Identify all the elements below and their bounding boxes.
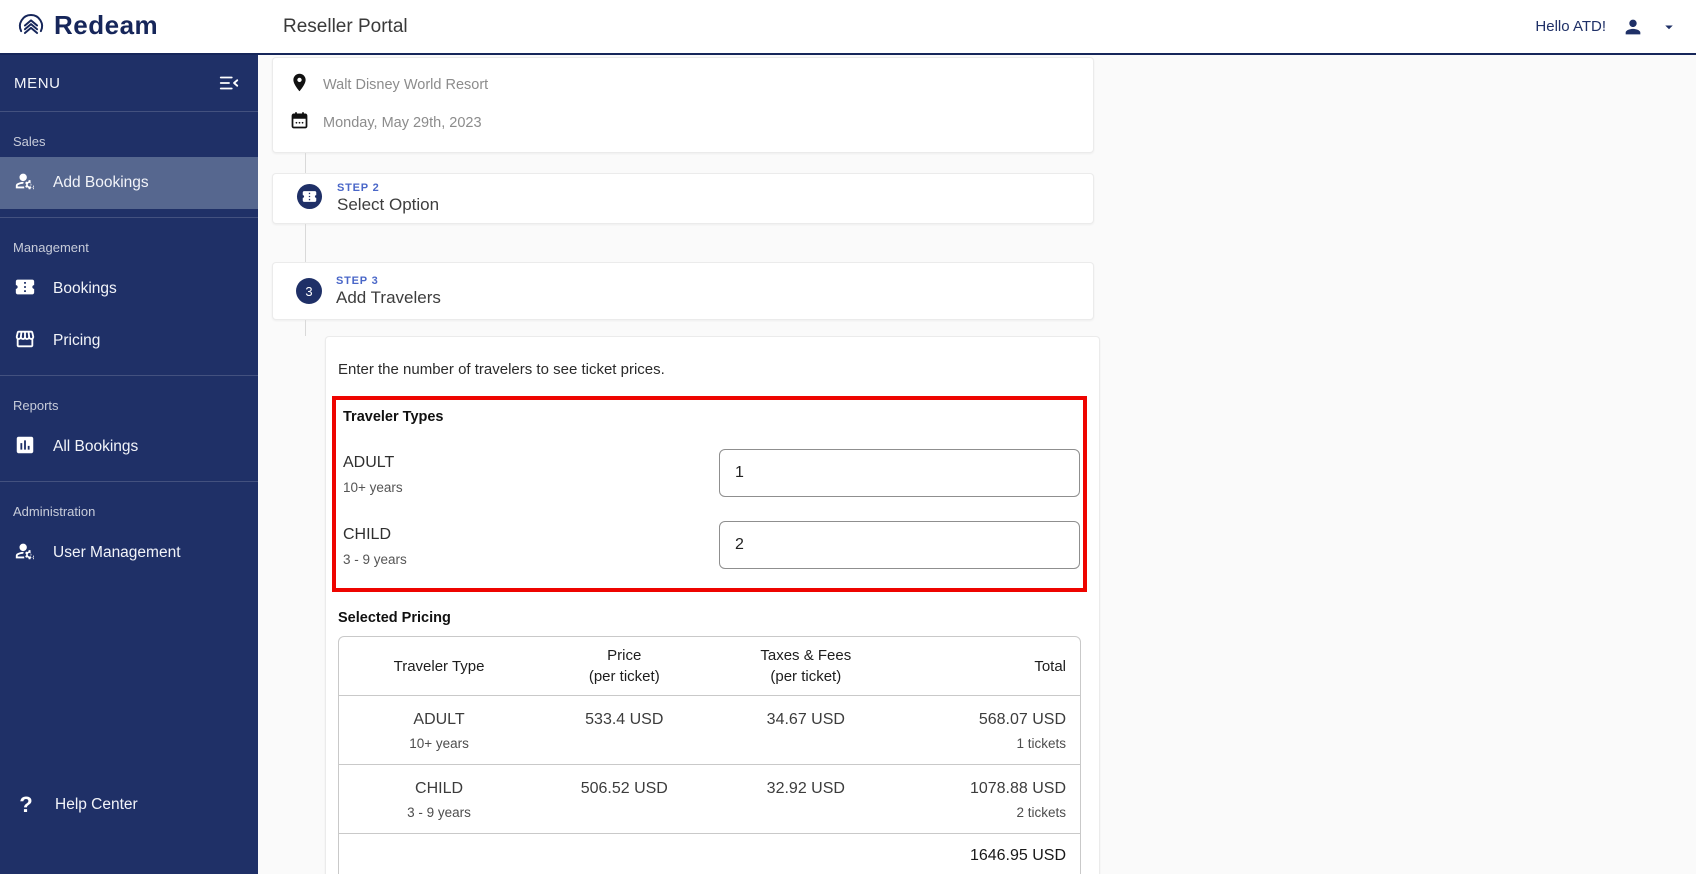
help-label: Help Center [55, 796, 138, 813]
bar-chart-icon [14, 434, 36, 461]
row-type: ADULT [339, 695, 540, 729]
sidebar-item-label: Bookings [53, 280, 117, 297]
sidebar-item-label: Pricing [53, 332, 101, 349]
top-bar: Redeam Reseller Portal Hello ATD! [0, 0, 1696, 55]
step-3-number-badge: 3 [296, 278, 322, 304]
step-3-label: STEP 3 [336, 274, 379, 287]
traveler-row-child: CHILD 3 - 9 years [343, 521, 1080, 569]
sidebar-item-all-bookings[interactable]: All Bookings [0, 421, 258, 473]
traveler-name: ADULT [343, 453, 395, 471]
step-connector [272, 153, 1696, 173]
booking-summary-card: Walt Disney World Resort Monday, May 29t… [272, 57, 1094, 153]
row-taxes: 32.92 USD [709, 764, 903, 798]
sidebar-item-pricing[interactable]: Pricing [0, 315, 258, 367]
storefront-icon [14, 328, 36, 355]
row-age: 10+ years [409, 736, 469, 751]
pricing-row-adult-sub: 10+ years 1 tickets [339, 729, 1080, 764]
sidebar-item-bookings[interactable]: Bookings [0, 263, 258, 315]
col-price: Price (per ticket) [588, 647, 660, 685]
sidebar-item-label: Add Bookings [53, 174, 149, 191]
traveler-row-adult: ADULT 10+ years [343, 449, 1080, 497]
page-title: Reseller Portal [283, 15, 408, 37]
date-value: Monday, May 29th, 2023 [323, 115, 482, 131]
grand-total: 1646.95 USD [902, 833, 1080, 874]
pricing-row-adult: ADULT 533.4 USD 34.67 USD 568.07 USD [339, 695, 1080, 729]
date-row: Monday, May 29th, 2023 [289, 104, 1093, 142]
menu-label: MENU [14, 74, 61, 92]
row-tickets: 2 tickets [1016, 805, 1066, 820]
col-total: Total [1034, 657, 1066, 675]
row-total: 1078.88 USD [902, 764, 1080, 798]
section-label: Sales [13, 134, 46, 149]
adult-count-input[interactable] [719, 449, 1080, 497]
traveler-types-label: Traveler Types [343, 409, 444, 425]
user-avatar-icon [1622, 16, 1644, 38]
location-pin-icon [289, 72, 310, 98]
location-value: Walt Disney World Resort [323, 77, 489, 93]
sidebar-item-help-center[interactable]: ? Help Center [0, 792, 258, 874]
row-tickets: 1 tickets [1016, 736, 1066, 751]
brand-wordmark: Redeam [54, 10, 159, 40]
step-2-card[interactable]: STEP 2 Select Option [272, 173, 1094, 224]
step-3-card[interactable]: 3 STEP 3 Add Travelers [272, 262, 1094, 320]
sidebar-section-management: Management Bookings Pricing [0, 218, 258, 376]
step-connector [272, 320, 1696, 336]
child-count-input[interactable] [719, 521, 1080, 569]
help-icon: ? [19, 792, 33, 817]
pricing-header-row: Traveler Type Price (per ticket) Taxes &… [339, 637, 1080, 695]
row-taxes: 34.67 USD [709, 695, 903, 729]
step-connector [272, 224, 1696, 262]
redeam-logo[interactable]: Redeam [16, 10, 158, 41]
row-price: 506.52 USD [539, 764, 710, 798]
sidebar-item-label: User Management [53, 544, 181, 561]
pricing-row-child: CHILD 506.52 USD 32.92 USD 1078.88 USD [339, 764, 1080, 798]
travelers-instruction: Enter the number of travelers to see tic… [338, 361, 665, 378]
selected-pricing-label: Selected Pricing [338, 610, 451, 626]
sidebar-item-label: All Bookings [53, 438, 139, 455]
person-gear-icon [14, 170, 36, 197]
pricing-total-row: 1646.95 USD [339, 833, 1080, 874]
person-gear-icon [14, 540, 36, 567]
section-label: Reports [13, 398, 59, 413]
traveler-types-highlight-box: Traveler Types ADULT 10+ years CHILD 3 -… [332, 396, 1087, 592]
user-greeting: Hello ATD! [1535, 18, 1606, 35]
sidebar-menu-header: MENU [0, 55, 258, 112]
calendar-icon [289, 110, 310, 136]
row-total: 568.07 USD [902, 695, 1080, 729]
selected-pricing-table: Traveler Type Price (per ticket) Taxes &… [338, 636, 1081, 874]
section-label: Management [13, 240, 89, 255]
sidebar-item-add-bookings[interactable]: Add Bookings [0, 157, 258, 209]
step-2-title: Select Option [337, 195, 440, 214]
redeam-logo-icon [16, 11, 46, 41]
sidebar-section-reports: Reports All Bookings [0, 376, 258, 482]
sidebar-section-administration: Administration User Management [0, 482, 258, 587]
pricing-row-child-sub: 3 - 9 years 2 tickets [339, 798, 1080, 833]
step-2-ticket-badge-icon [296, 183, 323, 215]
main-content: Walt Disney World Resort Monday, May 29t… [258, 55, 1696, 874]
row-price: 533.4 USD [539, 695, 710, 729]
location-row: Walt Disney World Resort [289, 66, 1093, 104]
chevron-down-icon [1660, 18, 1678, 36]
col-taxes-fees: Taxes & Fees (per ticket) [760, 647, 852, 685]
col-traveler-type: Traveler Type [393, 657, 485, 675]
traveler-name: CHILD [343, 525, 392, 543]
row-type: CHILD [339, 764, 540, 798]
traveler-age: 10+ years [343, 479, 403, 495]
sidebar-collapse-icon[interactable] [218, 72, 240, 94]
add-travelers-panel: Enter the number of travelers to see tic… [325, 336, 1100, 874]
traveler-age: 3 - 9 years [343, 551, 407, 567]
sidebar-section-sales: Sales Add Bookings [0, 112, 258, 218]
step-3-title: Add Travelers [336, 287, 441, 307]
step-2-label: STEP 2 [337, 182, 380, 194]
ticket-icon [14, 276, 36, 303]
section-label: Administration [13, 504, 96, 519]
row-age: 3 - 9 years [407, 805, 471, 820]
user-menu[interactable]: Hello ATD! [1535, 0, 1678, 53]
sidebar: MENU Sales Add Bookings Management Booki… [0, 55, 258, 874]
sidebar-item-user-management[interactable]: User Management [0, 527, 258, 579]
